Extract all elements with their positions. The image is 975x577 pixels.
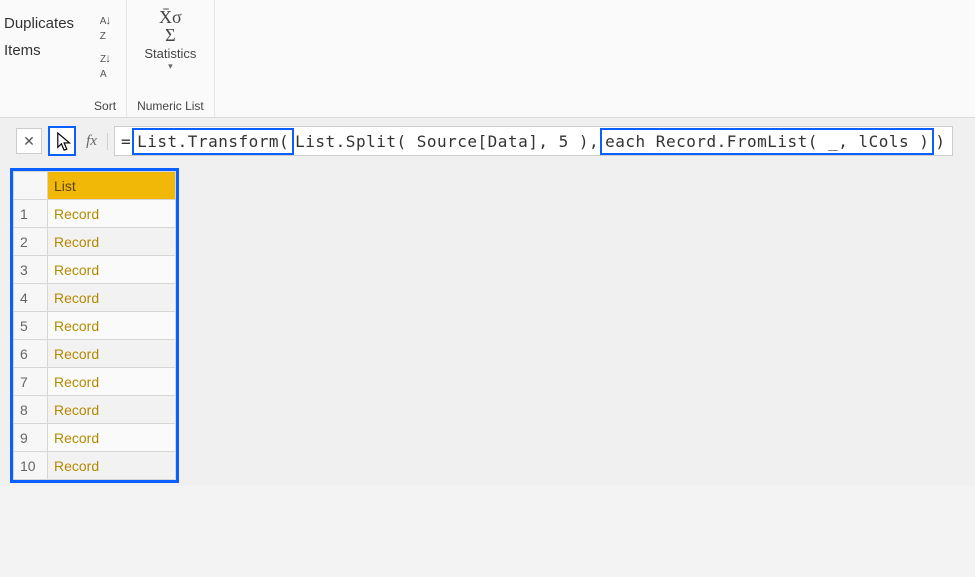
record-link[interactable]: Record (48, 284, 176, 312)
record-link[interactable]: Record (48, 228, 176, 256)
table-row[interactable]: 2Record (14, 228, 176, 256)
list-result: List 1Record 2Record 3Record 4Record 5Re… (10, 168, 179, 483)
row-number: 10 (14, 452, 48, 480)
row-number: 2 (14, 228, 48, 256)
close-icon: ✕ (23, 133, 35, 150)
formula-segment-transform: List.Transform( (132, 128, 294, 155)
formula-bar-row: ✕ fx = List.Transform( List.Split( Sourc… (0, 118, 975, 162)
row-number: 1 (14, 200, 48, 228)
sort-descending-icon[interactable]: Z↓A (100, 50, 110, 80)
table-row[interactable]: 10Record (14, 452, 176, 480)
record-link[interactable]: Record (48, 452, 176, 480)
formula-comma: , (589, 132, 599, 151)
record-link[interactable]: Record (48, 312, 176, 340)
column-header-list[interactable]: List (48, 172, 176, 200)
formula-segment-split: List.Split( Source[Data], 5 ) (295, 132, 589, 151)
formula-segment-each: each Record.FromList( _, lCols ) (600, 128, 934, 155)
table-row[interactable]: 7Record (14, 368, 176, 396)
record-link[interactable]: Record (48, 396, 176, 424)
numeric-list-group-label: Numeric List (137, 99, 204, 113)
row-number: 8 (14, 396, 48, 424)
sort-group-label: Sort (94, 99, 116, 113)
record-link[interactable]: Record (48, 368, 176, 396)
formula-input[interactable]: = List.Transform( List.Split( Source[Dat… (114, 126, 953, 156)
statistics-button[interactable]: X̄σ Σ Statistics ▾ (144, 2, 196, 72)
row-number: 7 (14, 368, 48, 396)
items-label: Items (4, 37, 74, 64)
table-row[interactable]: 9Record (14, 424, 176, 452)
fx-icon[interactable]: fx (82, 133, 108, 150)
row-number: 5 (14, 312, 48, 340)
cursor-icon (56, 131, 74, 153)
result-table: List 1Record 2Record 3Record 4Record 5Re… (13, 171, 176, 480)
statistics-label: Statistics (144, 46, 196, 61)
duplicates-label: Duplicates (4, 10, 74, 37)
ribbon-group-sort: A↓Z Z↓A Sort (84, 0, 127, 117)
table-row[interactable]: 6Record (14, 340, 176, 368)
table-row[interactable]: 5Record (14, 312, 176, 340)
remove-duplicates-items[interactable]: Duplicates Items (4, 2, 74, 64)
sort-ascending-icon[interactable]: A↓Z (100, 12, 111, 42)
row-number: 4 (14, 284, 48, 312)
formula-prefix: = (121, 132, 131, 151)
data-preview: List 1Record 2Record 3Record 4Record 5Re… (0, 162, 975, 486)
row-number: 6 (14, 340, 48, 368)
record-link[interactable]: Record (48, 256, 176, 284)
corner-cell (14, 172, 48, 200)
confirm-button[interactable] (48, 126, 76, 156)
ribbon: Duplicates Items A↓Z Z↓A Sort X̄σ Σ Stat… (0, 0, 975, 118)
row-number: 9 (14, 424, 48, 452)
table-row[interactable]: 4Record (14, 284, 176, 312)
ribbon-group-remove: Duplicates Items (4, 0, 84, 117)
ribbon-group-numeric: X̄σ Σ Statistics ▾ Numeric List (127, 0, 215, 117)
record-link[interactable]: Record (48, 340, 176, 368)
statistics-icon: X̄σ Σ (159, 2, 182, 44)
table-row[interactable]: 8Record (14, 396, 176, 424)
chevron-down-icon: ▾ (168, 61, 173, 72)
table-row[interactable]: 1Record (14, 200, 176, 228)
cancel-button[interactable]: ✕ (16, 128, 42, 154)
formula-suffix: ) (935, 132, 945, 151)
record-link[interactable]: Record (48, 424, 176, 452)
table-row[interactable]: 3Record (14, 256, 176, 284)
row-number: 3 (14, 256, 48, 284)
record-link[interactable]: Record (48, 200, 176, 228)
table-header-row: List (14, 172, 176, 200)
